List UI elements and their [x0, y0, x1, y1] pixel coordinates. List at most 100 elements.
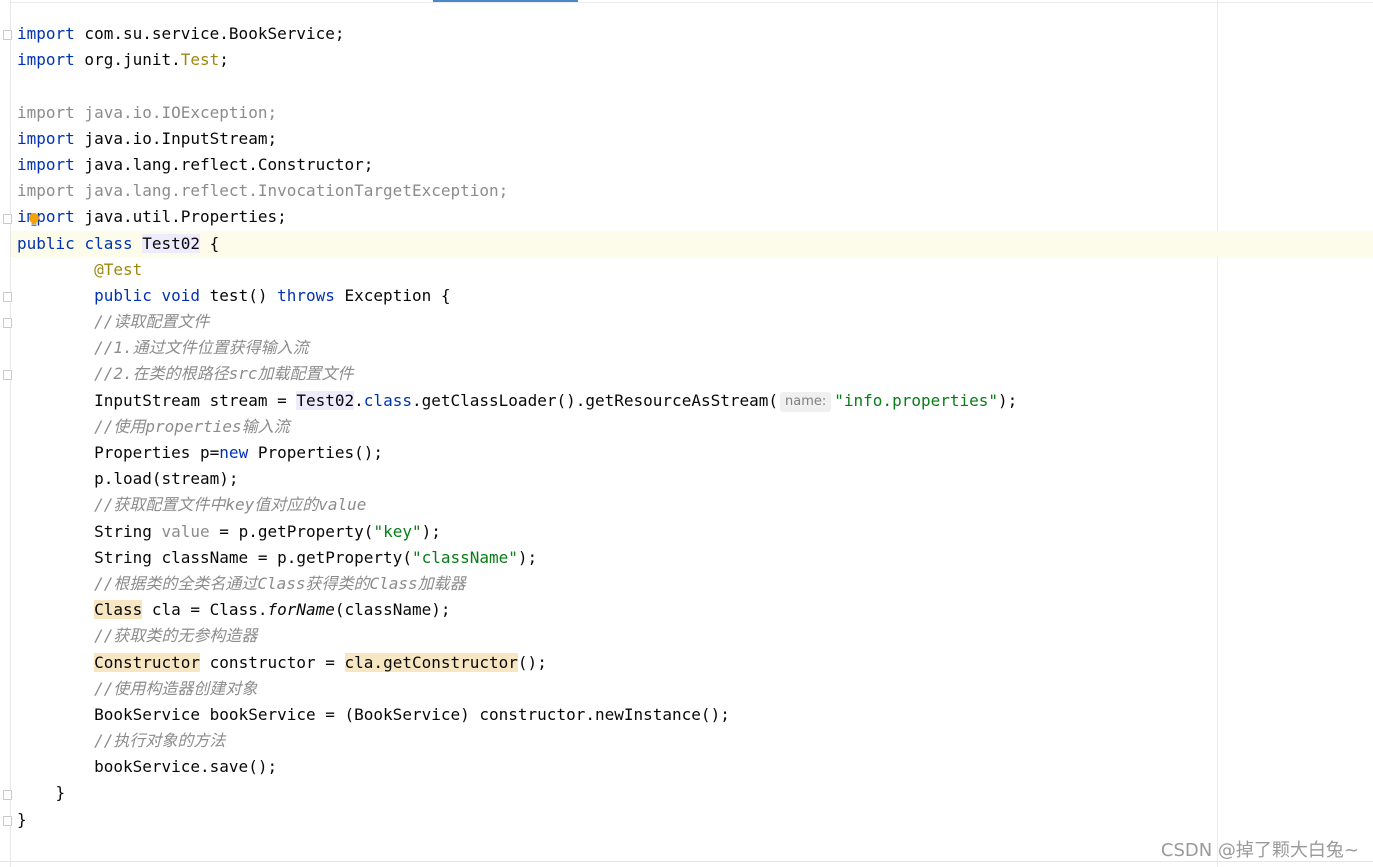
keyword: import [17, 24, 75, 43]
code-text: cla = Class. [142, 600, 268, 620]
code-editor[interactable]: import com.su.service.BookService; impor… [0, 0, 1373, 867]
code-text: constructor = [200, 652, 345, 672]
fold-icon[interactable] [3, 318, 12, 328]
code-line: //1.通过文件位置获得输入流 [17, 335, 1017, 361]
editor-gutter[interactable] [0, 0, 11, 867]
fold-icon[interactable] [3, 30, 12, 40]
code-line: //使用构造器创建对象 [17, 676, 1017, 702]
comment: //1.通过文件位置获得输入流 [94, 338, 309, 358]
fold-icon[interactable] [3, 816, 12, 826]
code-line: InputStream stream = Test02.class.getCla… [17, 388, 1017, 414]
code-text: = p.getProperty( [209, 521, 374, 541]
keyword: import [17, 50, 75, 70]
code-line: p.load(stream); [17, 466, 1017, 492]
code-text: java.io.IOException; [74, 102, 278, 122]
code-line-class-declaration: public class Test02 { [17, 231, 1017, 257]
keyword: public [94, 285, 152, 305]
keyword: class [363, 390, 412, 410]
code-line: //使用properties输入流 [17, 414, 1017, 440]
code-line: } [17, 807, 1017, 833]
code-line: import java.io.InputStream; [17, 126, 1017, 152]
method-name: test() [200, 285, 278, 305]
code-text: bookService.save(); [94, 757, 278, 777]
code-text: (className); [334, 600, 451, 620]
parameter-hint: name: [780, 391, 832, 412]
watermark: CSDN @掉了颗大白兔~ [1160, 840, 1359, 861]
code-text: Properties(); [248, 443, 384, 462]
fold-icon[interactable] [3, 370, 12, 380]
code-line: BookService bookService = (BookService) … [17, 702, 1017, 728]
code-text: com.su.service.BookService; [74, 24, 345, 43]
lightbulb-icon[interactable] [28, 213, 40, 227]
code-line: String className = p.getProperty("classN… [17, 545, 1017, 571]
class-reference[interactable]: Test02 [296, 390, 355, 410]
warning-highlight[interactable]: cla.getConstructor [344, 652, 518, 672]
code-text: { [200, 233, 220, 253]
code-text: java.util.Properties; [74, 207, 287, 227]
code-line-unused-import: import java.io.IOException; [17, 100, 1017, 126]
static-method: forName [267, 600, 335, 620]
keyword: public [17, 233, 75, 253]
code-text: ); [998, 390, 1018, 410]
code-text: java.io.InputStream; [74, 128, 278, 148]
code-text: ; [219, 50, 229, 70]
code-line: //获取类的无参构造器 [17, 623, 1017, 649]
fold-icon[interactable] [3, 790, 12, 800]
code-text: . [354, 390, 364, 410]
code-line: Properties p=new Properties(); [17, 440, 1017, 466]
warning-highlight[interactable]: Constructor [94, 652, 201, 672]
code-text: java.lang.reflect.InvocationTargetExcept… [74, 181, 509, 201]
code-line: String value = p.getProperty("key"); [17, 519, 1017, 545]
fold-icon[interactable] [3, 214, 12, 224]
comment: //使用构造器创建对象 [94, 678, 258, 698]
code-line: } [17, 780, 1017, 806]
comment: //使用properties输入流 [94, 416, 290, 436]
code-text: Properties p= [94, 443, 220, 462]
code-line: //获取配置文件中key值对应的value [17, 492, 1017, 518]
code-text: org.junit. [74, 50, 181, 70]
comment: //2.在类的根路径src加载配置文件 [94, 364, 354, 384]
code-text: InputStream stream = [94, 390, 297, 410]
code-line: //2.在类的根路径src加载配置文件 [17, 361, 1017, 387]
code-line: Class cla = Class.forName(className); [17, 597, 1017, 623]
comment: //获取配置文件中key值对应的value [94, 495, 367, 515]
code-text: } [17, 783, 66, 803]
string-literal: "info.properties" [834, 390, 999, 410]
code-line: Constructor constructor = cla.getConstru… [17, 650, 1017, 676]
code-text: ); [517, 547, 538, 567]
comment: //读取配置文件 [94, 312, 210, 332]
unused-variable[interactable]: value [162, 522, 210, 541]
code-line: import java.util.Properties; [17, 204, 1017, 230]
code-line: //执行对象的方法 [17, 728, 1017, 754]
keyword: throws [277, 285, 335, 305]
string-literal: "className" [411, 547, 518, 567]
comment: //获取类的无参构造器 [94, 626, 258, 646]
keyword: class [84, 233, 133, 253]
code-text: ); [421, 521, 441, 541]
comment: //根据类的全类名通过Class获得类的Class加载器 [94, 573, 466, 593]
warning-highlight[interactable]: Class [94, 600, 143, 620]
fold-icon[interactable] [3, 292, 12, 302]
code-line: import java.lang.reflect.Constructor; [17, 152, 1017, 178]
code-line: @Test [17, 257, 1017, 283]
code-line: //读取配置文件 [17, 309, 1017, 335]
code-text: String [94, 521, 162, 541]
code-text: (); [517, 652, 547, 672]
keyword: import [17, 154, 75, 174]
code-line: //根据类的全类名通过Class获得类的Class加载器 [17, 571, 1017, 597]
right-margin-guide [1217, 0, 1218, 867]
code-area[interactable]: import com.su.service.BookService; impor… [17, 21, 1017, 833]
class-name[interactable]: Test02 [142, 233, 201, 253]
code-text: java.lang.reflect.Constructor; [74, 154, 374, 174]
editor-top-border [0, 2, 1373, 3]
keyword: void [161, 285, 201, 305]
code-text: Exception { [334, 285, 451, 305]
class-reference: Test [180, 50, 220, 70]
keyword: import [17, 102, 75, 122]
annotation: @Test [94, 259, 143, 279]
code-text: String className = p.getProperty( [94, 547, 412, 567]
string-literal: "key" [373, 521, 422, 541]
code-line: import org.junit.Test; [17, 47, 1017, 73]
code-line-unused-import: import java.lang.reflect.InvocationTarge… [17, 178, 1017, 204]
